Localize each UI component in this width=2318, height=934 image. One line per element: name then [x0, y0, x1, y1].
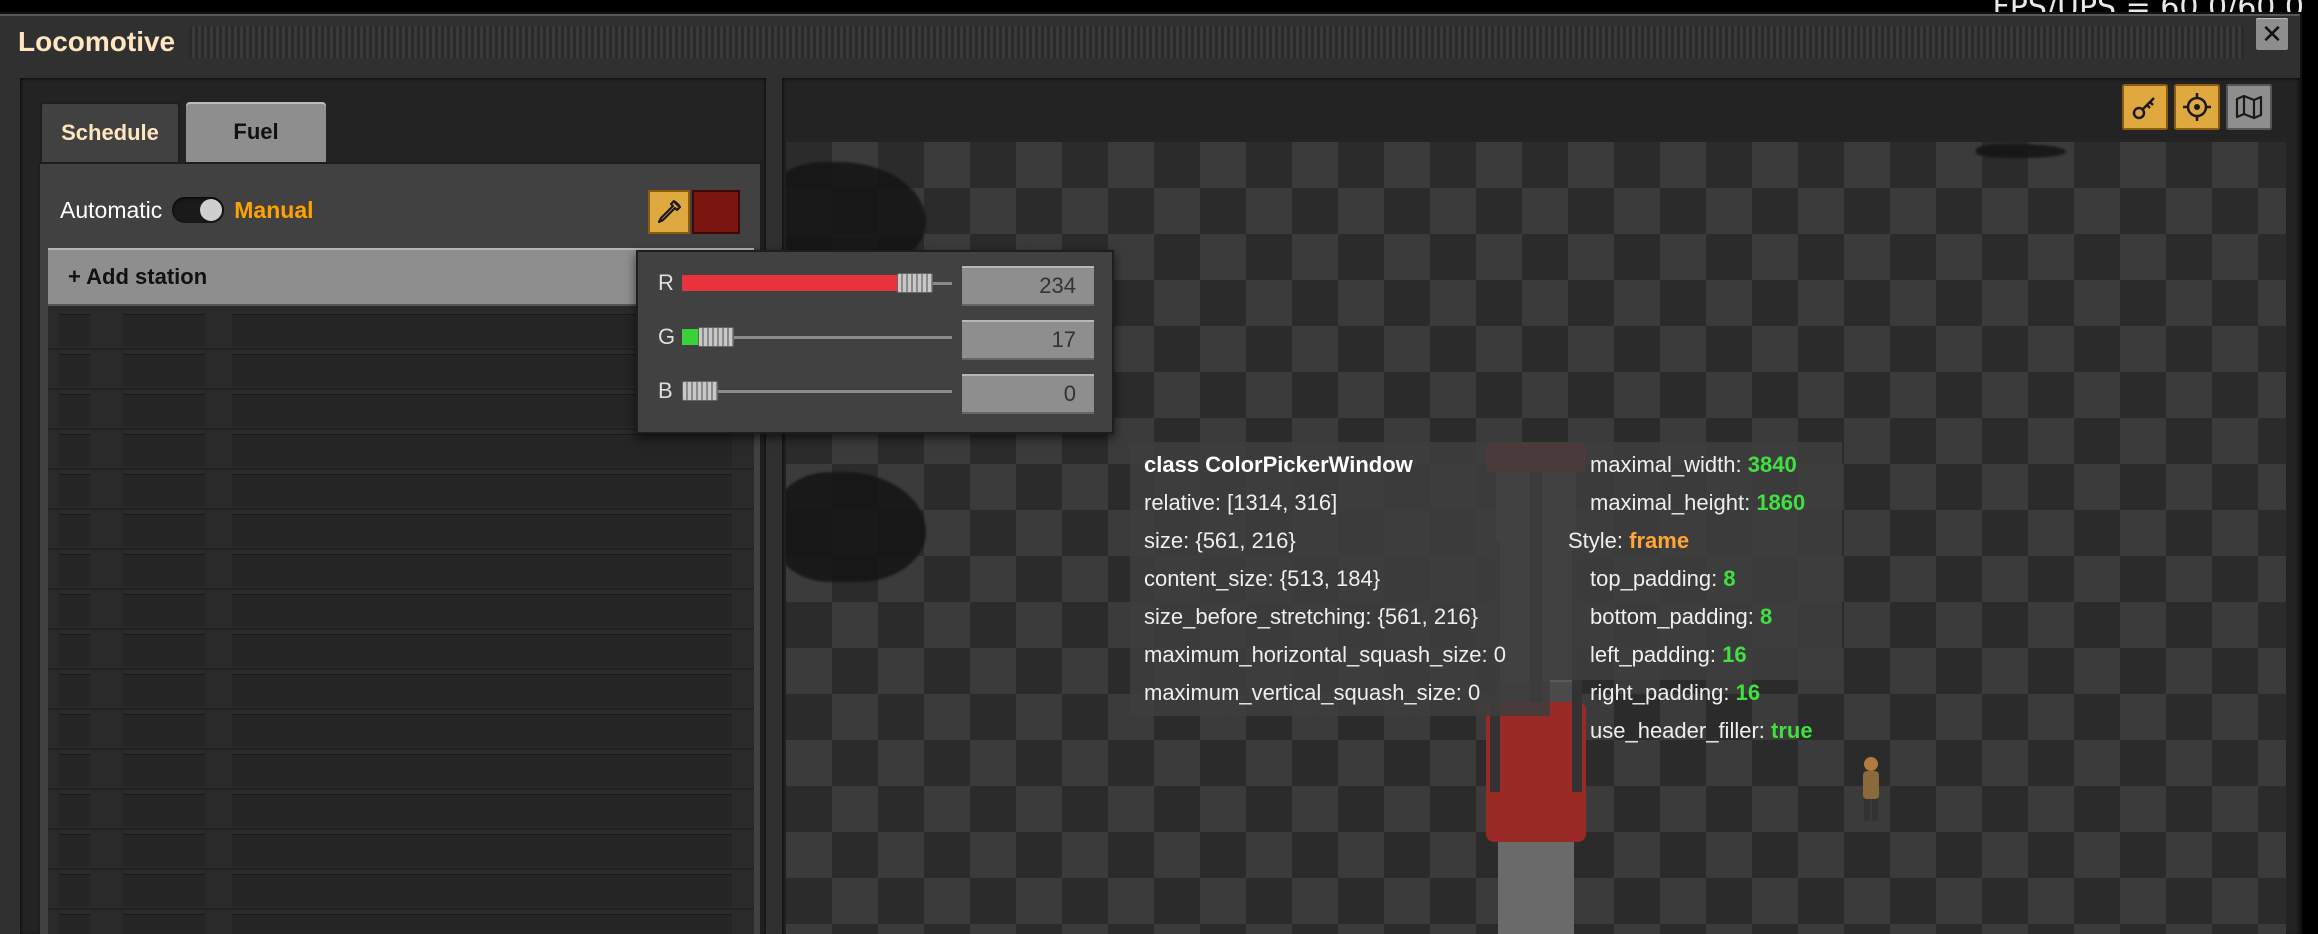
left-panel: Schedule Fuel Automatic Manual + Add sta…: [20, 78, 766, 934]
station-row-empty: [48, 910, 754, 934]
drag-handle[interactable]: [189, 26, 2244, 58]
station-row-empty: [48, 670, 754, 710]
red-label: R: [658, 270, 674, 295]
camera-button-center[interactable]: [2174, 84, 2220, 130]
player-character: [1863, 757, 1879, 821]
station-row-empty: [48, 750, 754, 790]
ground-shadow: [786, 472, 926, 582]
camera-button-map[interactable]: [2226, 84, 2272, 130]
tooltip-size-before-stretching: size_before_stretching: {561, 216}: [1144, 604, 1478, 629]
tooltip-use-header-filler: use_header_filler: true: [1590, 718, 1813, 743]
locate-crosshair-icon: [2183, 93, 2211, 121]
tooltip-max-h-squash: maximum_horizontal_squash_size: 0: [1144, 642, 1506, 667]
green-slider-handle[interactable]: [698, 327, 735, 347]
station-row-empty: [48, 830, 754, 870]
blue-slider-handle[interactable]: [682, 381, 718, 401]
station-row-empty: [48, 590, 754, 630]
window-title: Locomotive: [18, 26, 176, 57]
red-slider-row: R 234: [638, 258, 1112, 308]
green-label: G: [658, 324, 676, 349]
station-row-empty: [48, 510, 754, 550]
station-row-empty: [48, 870, 754, 910]
station-row-empty: [48, 430, 754, 470]
close-icon: ✕: [2261, 18, 2283, 49]
tooltip-top-padding: top_padding: 8: [1590, 566, 1736, 591]
camera-toolbar: [782, 78, 2300, 138]
tooltip-style: Style: frame: [1568, 528, 1690, 553]
map-icon: [2235, 94, 2263, 120]
current-color-swatch[interactable]: [692, 190, 740, 234]
debug-tooltip: class ColorPickerWindow relative: [1314,…: [1130, 442, 1842, 743]
locomotive-window: Locomotive ✕ Schedule Fuel Automatic Man…: [0, 14, 2300, 934]
blue-slider-track[interactable]: [682, 390, 952, 393]
tooltip-relative: relative: [1314, 316]: [1144, 490, 1338, 515]
blue-label: B: [658, 378, 673, 403]
tab-fuel[interactable]: Fuel: [186, 102, 326, 162]
station-row-empty: [48, 710, 754, 750]
camera-button-settings[interactable]: [2122, 84, 2168, 130]
tooltip-max-v-squash: maximum_vertical_squash_size: 0: [1144, 680, 1481, 705]
station-row-empty: [48, 790, 754, 830]
tooltip-bottom-padding: bottom_padding: 8: [1590, 604, 1773, 629]
red-value-field[interactable]: 234: [962, 266, 1094, 306]
wrench-key-icon: [2132, 97, 2155, 120]
tooltip-size: size: {561, 216}: [1144, 528, 1296, 553]
automatic-label[interactable]: Automatic: [60, 197, 162, 224]
tooltip-left-padding: left_padding: 16: [1590, 642, 1747, 667]
tooltip-content-size: content_size: {513, 184}: [1144, 566, 1381, 591]
tooltip-right-padding: right_padding: 16: [1590, 680, 1761, 705]
ground-shadow: [1976, 144, 2066, 158]
switch-knob: [200, 199, 223, 221]
tooltip-class-line: class ColorPickerWindow: [1144, 452, 1413, 477]
window-titlebar[interactable]: Locomotive ✕: [0, 16, 2300, 68]
tab-schedule[interactable]: Schedule: [40, 102, 180, 162]
station-row-empty: [48, 630, 754, 670]
station-row-empty: [48, 470, 754, 510]
blue-slider-row: B 0: [638, 366, 1112, 416]
tooltip-maximal-width: maximal_width: 3840: [1590, 452, 1797, 477]
blue-value-field[interactable]: 0: [962, 374, 1094, 414]
green-value-field[interactable]: 17: [962, 320, 1094, 360]
red-slider-handle[interactable]: [897, 273, 934, 293]
station-row-empty: [48, 550, 754, 590]
eyedropper-icon: [657, 199, 682, 224]
color-picker-button[interactable]: [648, 190, 690, 234]
color-picker-window: R 234 G 17 B 0: [636, 250, 1114, 434]
close-button[interactable]: ✕: [2256, 18, 2288, 50]
mode-switch[interactable]: [172, 197, 225, 223]
tooltip-maximal-height: maximal_height: 1860: [1590, 490, 1806, 515]
manual-label[interactable]: Manual: [234, 197, 313, 224]
green-slider-row: G 17: [638, 312, 1112, 362]
red-slider-fill: [682, 275, 904, 291]
